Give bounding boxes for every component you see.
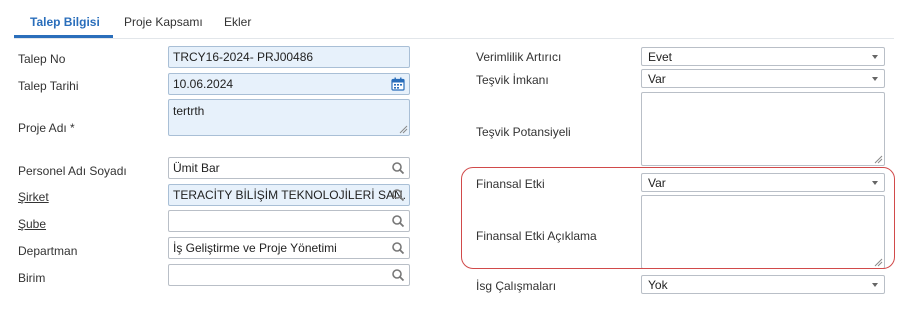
sube-field[interactable] — [168, 210, 410, 232]
tesvik-potansiyeli-textarea[interactable] — [641, 92, 885, 166]
resize-grip-icon[interactable] — [873, 154, 883, 164]
chevron-down-icon — [872, 55, 878, 59]
resize-grip-icon[interactable] — [873, 257, 883, 267]
personel-value: Ümit Bar — [173, 161, 220, 175]
isg-label: İsg Çalışmaları — [476, 279, 557, 293]
finansal-etki-aciklama-label: Finansal Etki Açıklama — [476, 229, 597, 243]
isg-select[interactable]: Yok — [641, 275, 885, 294]
active-tab-indicator — [14, 35, 113, 38]
finansal-etki-label: Finansal Etki — [476, 177, 545, 191]
search-icon[interactable] — [391, 241, 405, 255]
sube-label[interactable]: Şube — [18, 217, 46, 231]
birim-label: Birim — [18, 271, 46, 285]
departman-value: İş Geliştirme ve Proje Yönetimi — [173, 241, 337, 255]
tesvik-imkani-label: Teşvik İmkanı — [476, 73, 549, 87]
search-icon[interactable] — [391, 268, 405, 282]
isg-value: Yok — [648, 278, 668, 292]
talep-no-field[interactable]: TRCY16-2024- PRJ00486 — [168, 46, 410, 68]
departman-label: Departman — [18, 244, 78, 258]
talep-tarihi-label: Talep Tarihi — [18, 79, 79, 93]
chevron-down-icon — [872, 283, 878, 287]
sirket-value: TERACİTY BİLİŞİM TEKNOLOJİLERİ SAN. T — [173, 188, 410, 202]
personel-field[interactable]: Ümit Bar — [168, 157, 410, 179]
departman-field[interactable]: İş Geliştirme ve Proje Yönetimi — [168, 237, 410, 259]
finansal-etki-aciklama-textarea[interactable] — [641, 195, 885, 269]
tab-proje-kapsami[interactable]: Proje Kapsamı — [124, 15, 203, 29]
tab-bar: Talep Bilgisi Proje Kapsamı Ekler — [14, 6, 894, 39]
proje-adi-label: Proje Adı * — [18, 121, 75, 135]
talep-no-label: Talep No — [18, 52, 66, 66]
calendar-icon[interactable] — [391, 77, 405, 91]
chevron-down-icon — [872, 77, 878, 81]
talep-tarihi-field[interactable]: 10.06.2024 — [168, 73, 410, 95]
search-icon[interactable] — [391, 188, 405, 202]
proje-adi-textarea[interactable]: tertrth — [168, 99, 410, 136]
personel-label: Personel Adı Soyadı — [18, 164, 127, 178]
chevron-down-icon — [872, 181, 878, 185]
tab-talep-bilgisi[interactable]: Talep Bilgisi — [30, 15, 100, 29]
verimlilik-value: Evet — [648, 50, 673, 64]
search-icon[interactable] — [391, 214, 405, 228]
birim-field[interactable] — [168, 264, 410, 286]
tesvik-imkani-value: Var — [648, 72, 666, 86]
verimlilik-select[interactable]: Evet — [641, 47, 885, 66]
sirket-label[interactable]: Şirket — [18, 190, 49, 204]
talep-tarihi-value: 10.06.2024 — [173, 77, 234, 91]
verimlilik-label: Verimlilik Artırıcı — [476, 50, 562, 64]
resize-grip-icon[interactable] — [398, 124, 408, 134]
finansal-etki-value: Var — [648, 176, 666, 190]
talep-no-value: TRCY16-2024- PRJ00486 — [173, 50, 314, 64]
search-icon[interactable] — [391, 161, 405, 175]
finansal-etki-select[interactable]: Var — [641, 173, 885, 192]
tesvik-potansiyeli-label: Teşvik Potansiyeli — [476, 125, 571, 139]
sirket-field[interactable]: TERACİTY BİLİŞİM TEKNOLOJİLERİ SAN. T — [168, 184, 410, 206]
proje-adi-value: tertrth — [173, 104, 205, 118]
tab-ekler[interactable]: Ekler — [224, 15, 251, 29]
tesvik-imkani-select[interactable]: Var — [641, 69, 885, 88]
